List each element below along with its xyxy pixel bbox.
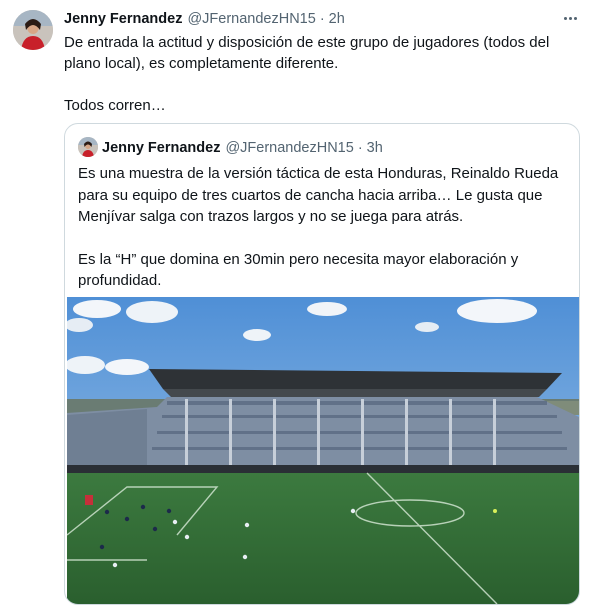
quoted-tweet-text: Es una muestra de la versión táctica de … [78, 163, 563, 292]
quoted-tweet[interactable]: Jenny Fernandez @JFernandezHN15 · 3h Es … [64, 123, 580, 605]
tweet-header: Jenny Fernandez @JFernandezHN15 · 2h [64, 9, 345, 29]
tweet-text-line: De entrada la actitud y disposición de e… [64, 34, 550, 72]
quoted-author-avatar [78, 137, 98, 157]
separator-dot: · [319, 11, 325, 27]
tweet-text-line: Todos corren… [64, 97, 166, 114]
more-dot [573, 16, 577, 20]
author-name[interactable]: Jenny Fernandez [64, 11, 182, 27]
quoted-author-handle: @JFernandezHN15 [225, 140, 354, 156]
tweet-text: De entrada la actitud y disposición de e… [64, 32, 569, 116]
more-options-button[interactable] [562, 10, 578, 26]
stadium-photo[interactable] [67, 297, 579, 604]
quoted-author-name: Jenny Fernandez [102, 140, 221, 156]
more-dot [568, 16, 572, 20]
avatar-image [13, 10, 53, 50]
quoted-paragraph: Es la “H” que domina en 30min pero neces… [78, 250, 519, 290]
quoted-tweet-header: Jenny Fernandez @JFernandezHN15 · 3h [102, 138, 383, 158]
avatar-image [78, 137, 98, 157]
quoted-paragraph: Es una muestra de la versión táctica de … [78, 165, 559, 225]
stadium-image [67, 297, 579, 604]
separator-dot: · [357, 140, 363, 156]
author-avatar[interactable] [13, 10, 53, 50]
tweet[interactable]: Jenny Fernandez @JFernandezHN15 · 2h De … [0, 0, 590, 605]
more-horizontal-icon [563, 16, 567, 20]
quoted-tweet-timestamp: 3h [366, 140, 383, 156]
author-handle[interactable]: @JFernandezHN15 [187, 11, 315, 27]
tweet-timestamp[interactable]: 2h [329, 11, 345, 27]
